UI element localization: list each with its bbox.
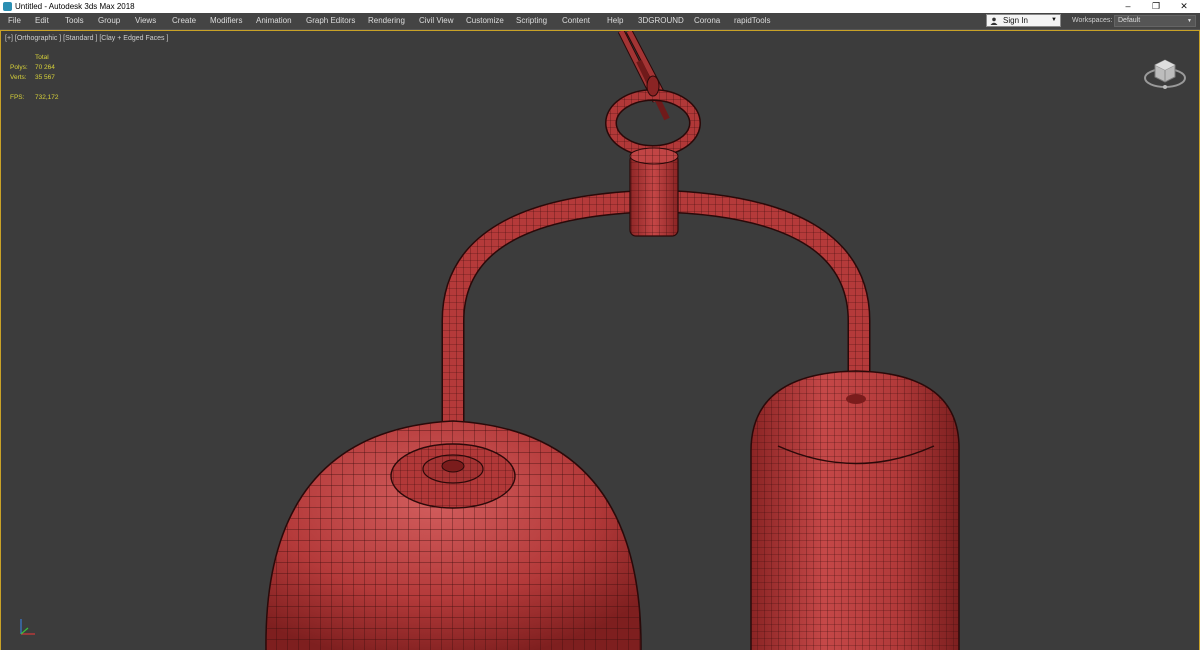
minimize-button[interactable]: – <box>1114 0 1142 13</box>
title-bar: Untitled - Autodesk 3ds Max 2018 – ❐ ✕ <box>0 0 1200 13</box>
menu-graph-editors[interactable]: Graph Editors <box>306 13 355 29</box>
axis-tripod-icon <box>20 619 35 635</box>
stats-verts-value: 35 567 <box>35 74 55 81</box>
workspaces-select[interactable]: Default ▼ <box>1114 15 1196 27</box>
menu-edit[interactable]: Edit <box>35 13 49 29</box>
window-title: Untitled - Autodesk 3ds Max 2018 <box>15 2 135 11</box>
menu-corona[interactable]: Corona <box>694 13 720 29</box>
menu-group[interactable]: Group <box>98 13 120 29</box>
app-icon <box>3 2 12 11</box>
chevron-down-icon: ▼ <box>1187 18 1192 24</box>
chevron-down-icon: ▼ <box>1051 17 1057 23</box>
stats-fps-label: FPS: <box>10 94 25 101</box>
menu-animation[interactable]: Animation <box>256 13 292 29</box>
stats-verts-label: Verts: <box>10 74 27 81</box>
viewport-label[interactable]: [+] [Orthographic ] [Standard ] [Clay + … <box>5 34 168 44</box>
viewcube-icon[interactable] <box>1143 53 1187 93</box>
menu-3dground[interactable]: 3DGROUND <box>638 13 684 29</box>
maximize-button[interactable]: ❐ <box>1142 0 1170 13</box>
workspaces-label: Workspaces: <box>1072 17 1113 24</box>
stats-fps-value: 732,172 <box>35 94 59 101</box>
menu-content[interactable]: Content <box>562 13 590 29</box>
viewport-perspective[interactable]: [+] [Orthographic ] [Standard ] [Clay + … <box>0 30 1200 650</box>
scene-render[interactable] <box>1 31 1200 650</box>
stats-total-header: Total <box>35 54 49 61</box>
menu-help[interactable]: Help <box>607 13 623 29</box>
menu-modifiers[interactable]: Modifiers <box>210 13 242 29</box>
menu-rapidtools[interactable]: rapidTools <box>734 13 770 29</box>
menu-tools[interactable]: Tools <box>65 13 84 29</box>
menu-civil-view[interactable]: Civil View <box>419 13 454 29</box>
close-button[interactable]: ✕ <box>1170 0 1198 13</box>
menu-create[interactable]: Create <box>172 13 196 29</box>
menu-rendering[interactable]: Rendering <box>368 13 405 29</box>
menu-customize[interactable]: Customize <box>466 13 504 29</box>
stats-polys-label: Polys: <box>10 64 28 71</box>
workspaces-value: Default <box>1118 17 1141 24</box>
stats-polys-value: 70 264 <box>35 64 55 71</box>
menu-scripting[interactable]: Scripting <box>516 13 547 29</box>
sign-in-dropdown[interactable]: Sign In ▼ <box>986 14 1061 27</box>
sign-in-label: Sign In <box>1003 16 1028 25</box>
menu-views[interactable]: Views <box>135 13 156 29</box>
user-icon <box>990 17 998 25</box>
menu-file[interactable]: File <box>8 13 21 29</box>
menu-bar: File Edit Tools Group Views Create Modif… <box>0 13 1200 30</box>
